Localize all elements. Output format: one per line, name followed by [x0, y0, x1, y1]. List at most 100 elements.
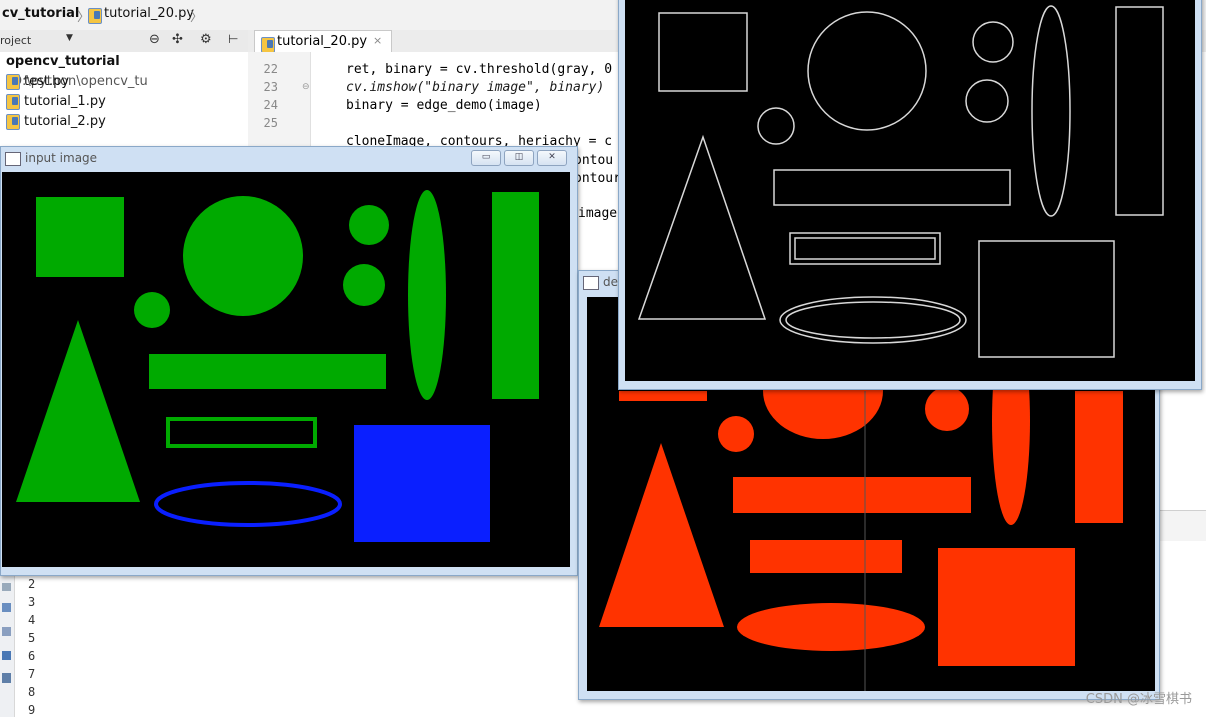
tab-label: tutorial_20.py	[277, 34, 368, 49]
close-button[interactable]: ✕	[537, 150, 567, 166]
python-file-icon	[6, 113, 20, 130]
list-item[interactable]: tutorial_1.py	[6, 92, 106, 112]
list-item[interactable]: test.py	[6, 72, 69, 92]
output-line: 2	[28, 577, 36, 591]
scroll-from-source-icon[interactable]: ✣	[172, 32, 183, 47]
fold-marker-icon[interactable]: ⊖	[302, 82, 310, 92]
edge-ellipse-inner	[785, 301, 961, 339]
edge-square-large	[978, 240, 1115, 358]
window-title-bar[interactable]: input image ▭ ◫ ✕	[1, 147, 577, 171]
green-small-circle	[349, 205, 389, 245]
project-toolbar: roject ▼ ⊖ ✣ ⚙ ⊢	[0, 30, 248, 53]
file-name: test.py	[24, 74, 70, 89]
hide-panel-icon[interactable]: ⊢	[228, 32, 238, 46]
code-line: ontour	[574, 171, 621, 186]
editor-gutter: 22 23 24 25 ⊖	[248, 52, 311, 152]
blue-square	[354, 425, 490, 542]
project-tree: opencv_tutorial D:\python\opencv_tu test…	[0, 52, 248, 152]
red-square	[938, 548, 1075, 666]
scrollbar[interactable]	[1160, 510, 1206, 541]
breadcrumb-file[interactable]: tutorial_20.py	[104, 6, 194, 21]
red-filled-rectangle	[750, 540, 902, 573]
rerun-icon[interactable]	[2, 583, 11, 591]
window-icon	[583, 275, 599, 290]
edge-tiny-circle	[757, 107, 795, 145]
run-toolbar	[0, 575, 15, 717]
red-triangle	[599, 443, 724, 627]
edge-image-canvas	[625, 0, 1195, 381]
green-large-circle	[183, 196, 303, 316]
line-number: 22	[263, 62, 278, 76]
print-icon[interactable]	[2, 627, 11, 636]
python-file-icon	[6, 93, 20, 110]
edge-long-bar	[773, 169, 1011, 206]
code-line: ret, binary = cv.threshold(gray, 0	[346, 62, 613, 77]
output-line: 5	[28, 631, 36, 645]
red-ellipse	[737, 603, 925, 651]
chevron-down-icon[interactable]: ▼	[66, 33, 73, 43]
minimize-button[interactable]: ▭	[471, 150, 501, 166]
file-name: tutorial_2.py	[24, 114, 106, 129]
output-line: 4	[28, 613, 36, 627]
breadcrumb-end-chevron: 〉	[190, 10, 204, 25]
output-line: 8	[28, 685, 36, 699]
code-line: ontou	[574, 153, 614, 168]
edge-triangle	[637, 134, 767, 320]
tab-tutorial-20[interactable]: tutorial_20.py ×	[254, 30, 392, 53]
project-view-label[interactable]: roject	[0, 34, 31, 47]
code-line: binary = edge_demo(image)	[346, 98, 542, 113]
green-tall-rectangle	[492, 192, 539, 399]
edge-tall-ellipse	[1031, 5, 1071, 217]
settings-icon[interactable]	[2, 651, 11, 660]
code-line: cv.imshow("binary image", binary)	[346, 80, 605, 95]
edge-square	[658, 12, 748, 92]
input-image-canvas	[2, 172, 570, 567]
blue-hollow-ellipse	[154, 481, 342, 527]
file-name: tutorial_1.py	[24, 94, 106, 109]
edge-small-circle	[972, 21, 1014, 63]
red-tiny-circle	[718, 416, 754, 452]
green-tiny-circle	[134, 292, 170, 328]
output-line: 7	[28, 667, 36, 681]
tree-root-name: opencv_tutorial	[6, 54, 120, 69]
red-small-circle	[925, 387, 969, 431]
output-line: 6	[28, 649, 36, 663]
close-icon[interactable]: ×	[373, 34, 382, 47]
list-item[interactable]: tutorial_2.py	[6, 112, 106, 132]
edge-hollow-rectangle-inner	[794, 237, 936, 260]
output-line: 3	[28, 595, 36, 609]
green-tall-ellipse	[408, 190, 446, 400]
green-square	[36, 197, 124, 277]
tree-root[interactable]: opencv_tutorial D:\python\opencv_tu	[6, 52, 248, 89]
edge-image-window[interactable]	[618, 0, 1202, 390]
output-line: 9	[28, 703, 36, 717]
window-icon	[5, 151, 21, 166]
window-title: input image	[25, 151, 98, 165]
green-long-bar	[149, 354, 386, 389]
green-triangle	[16, 320, 140, 502]
code-line: image	[578, 206, 618, 221]
maximize-button[interactable]: ◫	[504, 150, 534, 166]
input-image-window[interactable]: input image ▭ ◫ ✕	[0, 146, 578, 576]
line-number: 25	[263, 116, 278, 130]
edge-small-circle	[965, 79, 1009, 123]
scroll-to-end-icon[interactable]	[2, 603, 11, 612]
line-number: 24	[263, 98, 278, 112]
edge-ellipse-outer	[779, 296, 967, 344]
gear-icon[interactable]: ⚙	[200, 32, 212, 47]
red-square-partial	[619, 391, 707, 401]
breadcrumb-project[interactable]: cv_tutorial	[2, 6, 79, 21]
window-title: de	[603, 275, 618, 289]
input-shapes	[16, 190, 539, 542]
trash-icon[interactable]	[2, 673, 11, 683]
edge-large-circle	[807, 11, 927, 131]
collapse-all-icon[interactable]: ⊖	[149, 32, 160, 47]
watermark: CSDN @冰雪棋书	[1085, 692, 1192, 707]
green-hollow-rectangle	[166, 417, 317, 448]
line-number: 23	[263, 80, 278, 94]
edge-tall-rectangle	[1115, 6, 1164, 216]
red-tall-rectangle	[1075, 391, 1123, 523]
green-small-circle	[343, 264, 385, 306]
red-long-bar	[733, 477, 971, 513]
python-file-icon	[6, 73, 20, 90]
